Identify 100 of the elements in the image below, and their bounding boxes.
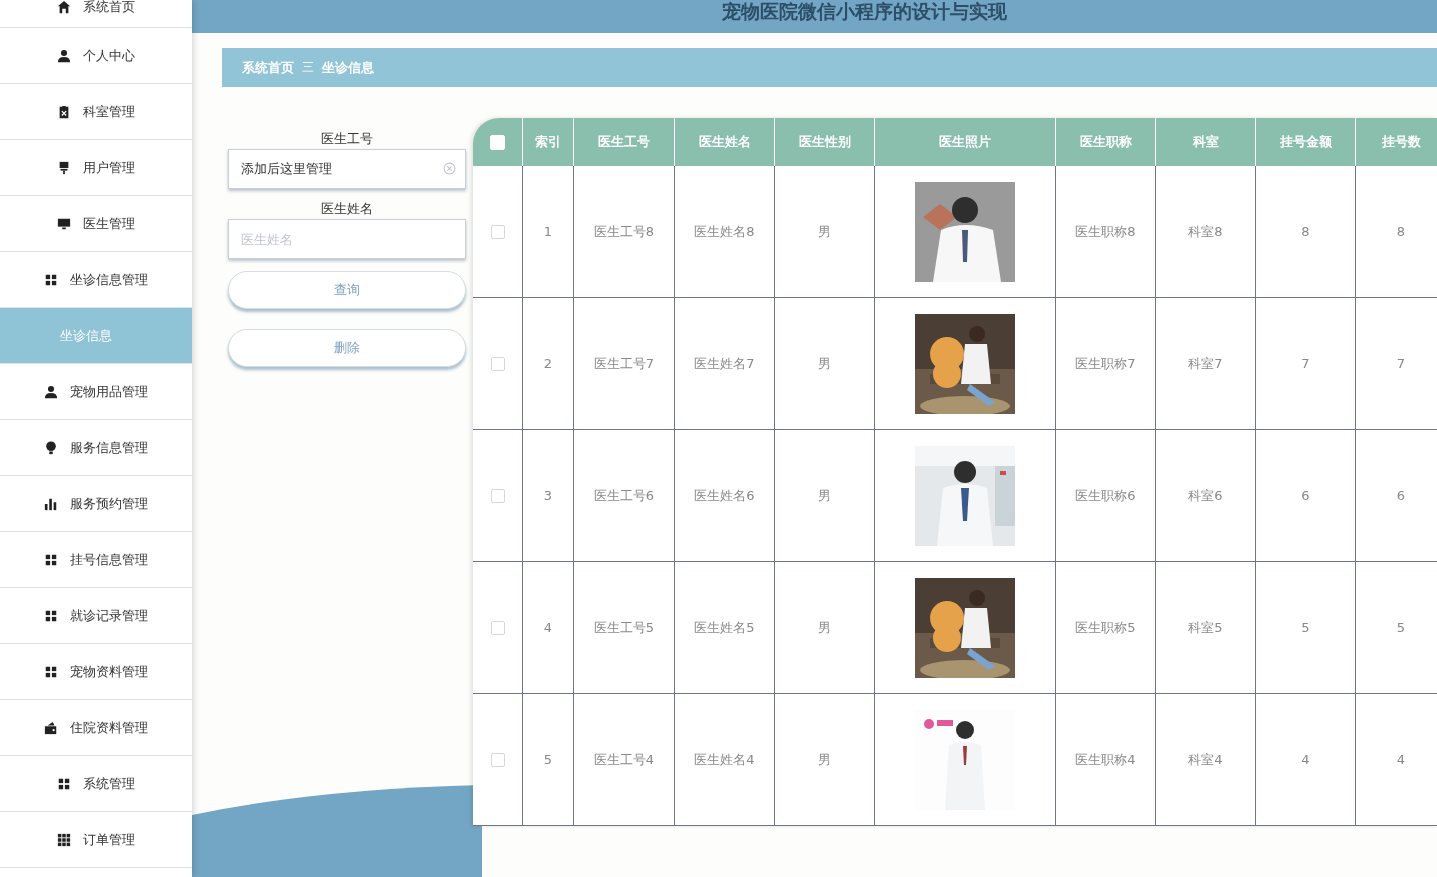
home-icon [57, 0, 71, 14]
table-cell: 男 [774, 166, 875, 298]
app-title: 宠物医院微信小程序的设计与实现 [722, 0, 1007, 22]
checkbox[interactable] [490, 225, 505, 240]
table-cell: 6 [1355, 429, 1437, 562]
sidebar-label: 坐诊信息管理 [70, 270, 148, 289]
user-icon [57, 48, 71, 63]
table-cell: 男 [774, 429, 875, 562]
table-cell: 7 [1355, 297, 1437, 430]
column-header: 医生职称 [1055, 118, 1156, 166]
sidebar-item[interactable]: 服务预约管理 [0, 476, 192, 532]
checkbox[interactable] [490, 753, 505, 768]
table-cell: 医生姓名7 [674, 297, 775, 430]
sidebar-item[interactable]: 挂号信息管理 [0, 532, 192, 588]
table-cell: 科室5 [1155, 561, 1256, 694]
sidebar-item[interactable]: 就诊记录管理 [0, 588, 192, 644]
table-cell: 2 [522, 297, 574, 430]
sidebar-label: 医生管理 [83, 214, 135, 233]
sidebar-item[interactable]: 宠物资料管理 [0, 644, 192, 700]
wallet-icon [44, 720, 58, 735]
input-field[interactable]: 添加后这里管理 [228, 149, 466, 189]
grid-icon [57, 832, 71, 847]
sidebar-item[interactable]: 个人中心 [0, 28, 192, 84]
sidebar-item[interactable]: 服务信息管理 [0, 420, 192, 476]
column-header: 挂号数 [1355, 118, 1437, 166]
table-cell: 5 [522, 693, 574, 826]
sidebar-label: 服务信息管理 [70, 438, 148, 457]
sidebar-label: 挂号信息管理 [70, 550, 148, 569]
table-cell: 4 [522, 561, 574, 694]
sidebar-label: 服务预约管理 [70, 494, 148, 513]
table-cell: 6 [1255, 429, 1356, 562]
bar-chart-icon [44, 496, 58, 511]
sidebar-label: 系统首页 [83, 0, 135, 14]
table-cell: 1 [522, 166, 574, 298]
column-header: 挂号金额 [1255, 118, 1356, 166]
grid-icon [44, 552, 58, 567]
sidebar-label: 个人中心 [83, 46, 135, 65]
checkbox[interactable] [490, 621, 505, 636]
table-cell: 医生职称6 [1055, 429, 1156, 562]
table-cell: 5 [1355, 561, 1437, 694]
user-icon [44, 384, 58, 399]
table-cell: 8 [1355, 166, 1437, 298]
bulb-icon [44, 440, 58, 455]
table-cell: 医生职称8 [1055, 166, 1156, 298]
sidebar-label: 住院资料管理 [70, 718, 148, 737]
clear-icon[interactable] [443, 162, 456, 175]
table-cell: 8 [1255, 166, 1356, 298]
table-cell: 男 [774, 693, 875, 826]
sidebar-item[interactable]: 用户管理 [0, 140, 192, 196]
sidebar-item[interactable]: 医生管理 [0, 196, 192, 252]
sidebar-label: 系统管理 [83, 774, 135, 793]
table-cell: 科室8 [1155, 166, 1256, 298]
column-header: 医生照片 [874, 118, 1056, 166]
input-field[interactable]: 医生姓名 [228, 219, 466, 259]
table-cell: 男 [774, 297, 875, 430]
table-cell: 科室6 [1155, 429, 1256, 562]
table-cell: 医生职称4 [1055, 693, 1156, 826]
sidebar-label: 宠物资料管理 [70, 662, 148, 681]
table-cell: 科室4 [1155, 693, 1256, 826]
checkbox[interactable] [490, 357, 505, 372]
table-cell: 医生工号8 [573, 166, 675, 298]
table-cell: 5 [1255, 561, 1356, 694]
table-cell: 3 [522, 429, 574, 562]
field-label: 医生姓名 [320, 200, 374, 218]
table-cell: 医生工号6 [573, 429, 675, 562]
table-cell: 7 [1255, 297, 1356, 430]
monitor-icon [57, 216, 71, 231]
checkbox[interactable] [490, 489, 505, 504]
table-cell: 医生工号7 [573, 297, 675, 430]
grid-icon [44, 608, 58, 623]
sidebar-label: 坐诊信息 [60, 326, 112, 345]
table-cell: 科室7 [1155, 297, 1256, 430]
grid-icon [44, 272, 58, 287]
sidebar-label: 科室管理 [83, 102, 135, 121]
sidebar-item[interactable]: 宠物用品管理 [0, 364, 192, 420]
sidebar-item[interactable]: 住院资料管理 [0, 700, 192, 756]
column-header: 医生工号 [573, 118, 675, 166]
table-cell: 医生姓名6 [674, 429, 775, 562]
sidebar-label: 用户管理 [83, 158, 135, 177]
sidebar-item[interactable]: 科室管理 [0, 84, 192, 140]
table-cell: 医生职称7 [1055, 297, 1156, 430]
table-cell: 医生姓名4 [674, 693, 775, 826]
sidebar-label: 宠物用品管理 [70, 382, 148, 401]
table-cell: 医生姓名5 [674, 561, 775, 694]
table-cell: 男 [774, 561, 875, 694]
brush-icon [57, 160, 71, 175]
breadcrumb-separator: 三 [302, 59, 314, 76]
grid-icon [57, 776, 71, 791]
sidebar-item[interactable]: 系统管理 [0, 756, 192, 812]
table-cell: 医生工号4 [573, 693, 675, 826]
table-cell: 医生职称5 [1055, 561, 1156, 694]
column-header: 科室 [1155, 118, 1256, 166]
sidebar-label: 就诊记录管理 [70, 606, 148, 625]
grid-icon [44, 664, 58, 679]
clipboard-icon [57, 104, 71, 119]
table-cell: 医生姓名8 [674, 166, 775, 298]
table-cell: 4 [1355, 693, 1437, 826]
table-cell: 4 [1255, 693, 1356, 826]
field-label: 医生工号 [320, 130, 374, 148]
sidebar-item[interactable]: 系统首页 [0, 0, 192, 28]
